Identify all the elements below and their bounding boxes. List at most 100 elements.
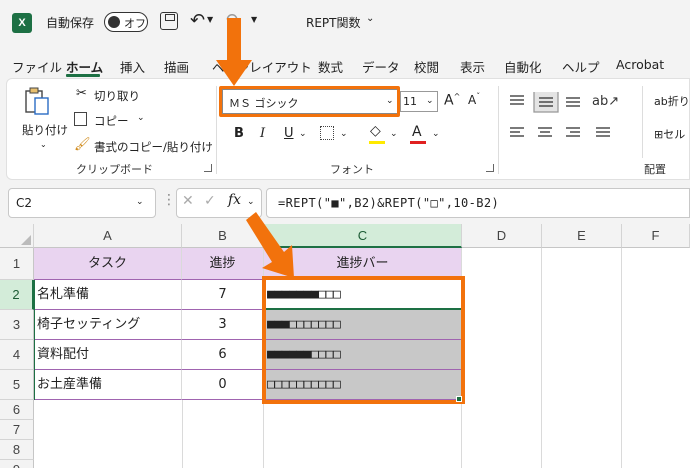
excel-logo-icon: X <box>12 13 32 33</box>
wrap-label: 折り <box>667 95 690 108</box>
chevron-down-icon[interactable]: ⌄ <box>432 129 440 139</box>
row-header-9[interactable]: 9 <box>0 460 34 468</box>
wrap-text-button[interactable]: ab折り <box>654 93 690 109</box>
cell-b4[interactable]: 6 <box>182 340 264 370</box>
row-header-6[interactable]: 6 <box>0 400 34 420</box>
autosave-toggle[interactable]: オフ <box>104 12 148 32</box>
format-painter-icon: 🖌 <box>74 137 91 152</box>
cancel-icon[interactable]: ✕ <box>182 193 194 209</box>
merge-icon: ⊞ <box>654 128 664 141</box>
fill-color-icon[interactable]: ◇ <box>370 123 381 139</box>
cell-a1[interactable]: タスク <box>34 248 182 280</box>
formula-text: =REPT("■",B2)&REPT("□",10-B2) <box>278 196 500 210</box>
font-color-icon[interactable]: A <box>412 124 422 140</box>
chevron-down-icon[interactable]: ⌄ <box>299 129 307 139</box>
paste-icon[interactable] <box>22 86 52 116</box>
column-header-d[interactable]: D <box>462 224 542 248</box>
chevron-down-icon[interactable]: ⌄ <box>390 129 398 139</box>
row-header-1[interactable]: 1 <box>0 248 34 280</box>
chevron-down-icon[interactable]: ⌄ <box>426 96 434 106</box>
more-icon[interactable]: ⋮ <box>162 192 176 208</box>
font-box-highlight <box>219 86 400 117</box>
cell-a2[interactable]: 名札準備 <box>34 280 182 310</box>
tab-insert[interactable]: 挿入 <box>120 57 145 76</box>
tab-automate[interactable]: 自動化 <box>504 57 542 76</box>
chevron-down-icon[interactable]: ⌄ <box>340 129 348 139</box>
bold-icon[interactable]: B <box>234 126 244 141</box>
decrease-font-icon[interactable]: Aˇ <box>468 92 480 107</box>
undo-icon[interactable]: ↶ <box>190 10 205 31</box>
column-header-f[interactable]: F <box>622 224 690 248</box>
autosave-state: オフ <box>124 17 146 30</box>
row-header-8[interactable]: 8 <box>0 440 34 460</box>
copy-icon <box>74 112 87 126</box>
tab-acrobat[interactable]: Acrobat <box>616 57 664 72</box>
toggle-knob <box>108 16 120 28</box>
orientation-icon[interactable]: ab↗ <box>592 94 619 109</box>
column-header-e[interactable]: E <box>542 224 622 248</box>
row-header-4[interactable]: 4 <box>0 340 34 370</box>
chevron-down-icon[interactable]: ⌄ <box>40 140 47 149</box>
format-painter-button[interactable]: 書式のコピー/貼り付け <box>94 139 213 155</box>
cell-a4[interactable]: 資料配付 <box>34 340 182 370</box>
alignment-group-label: 配置 <box>644 163 666 176</box>
insert-function-icon[interactable]: fx <box>228 192 241 208</box>
autosave-label: 自動保存 <box>46 16 95 30</box>
font-color-bar <box>410 141 426 144</box>
dialog-launcher-icon[interactable] <box>486 164 494 172</box>
paste-button[interactable]: 貼り付け <box>22 122 68 138</box>
underline-icon[interactable]: U <box>284 126 294 141</box>
name-box-value: C2 <box>16 196 33 210</box>
row-header-7[interactable]: 7 <box>0 420 34 440</box>
cell-b3[interactable]: 3 <box>182 310 264 340</box>
chevron-down-icon[interactable]: ⌄ <box>366 13 374 24</box>
chevron-down-icon[interactable]: ⌄ <box>136 197 144 207</box>
save-icon[interactable] <box>160 12 178 30</box>
tab-view[interactable]: 表示 <box>460 57 485 76</box>
increase-font-icon[interactable]: A^ <box>444 92 460 109</box>
cell-b5[interactable]: 0 <box>182 370 264 400</box>
ribbon-tabs: ファイル ホーム 挿入 描画 ページレイアウト 数式 データ 校閲 表示 自動化… <box>0 52 690 76</box>
arrow-icon <box>216 18 252 86</box>
scissors-icon: ✂ <box>76 86 87 101</box>
font-size-value: 11 <box>403 95 417 108</box>
active-tab-indicator <box>66 74 100 77</box>
tab-data[interactable]: データ <box>362 57 400 76</box>
divider <box>216 86 217 174</box>
merge-label: セル <box>663 128 686 141</box>
tab-draw[interactable]: 描画 <box>164 57 189 76</box>
cell-b2[interactable]: 7 <box>182 280 264 310</box>
chevron-down-icon[interactable]: ▼ <box>207 15 213 24</box>
cell-a3[interactable]: 椅子セッティング <box>34 310 182 340</box>
wrap-icon: ab <box>654 95 668 108</box>
chevron-down-icon[interactable]: ⌄ <box>137 113 145 123</box>
font-group-label: フォント <box>330 163 374 176</box>
divider <box>498 86 499 174</box>
cell-a5[interactable]: お土産準備 <box>34 370 182 400</box>
select-all-corner[interactable] <box>0 224 34 248</box>
copy-button[interactable]: コピー <box>94 113 129 129</box>
borders-icon[interactable] <box>320 126 334 140</box>
fill-handle[interactable] <box>456 396 462 402</box>
row-header-2[interactable]: 2 <box>0 280 34 310</box>
enter-icon[interactable]: ✓ <box>204 193 216 209</box>
gridline <box>621 248 622 468</box>
tab-formulas[interactable]: 数式 <box>318 57 343 76</box>
dialog-launcher-icon[interactable] <box>204 164 212 172</box>
column-header-a[interactable]: A <box>34 224 182 248</box>
cut-button[interactable]: 切り取り <box>94 88 140 104</box>
tab-help[interactable]: ヘルプ <box>562 57 600 76</box>
tab-file[interactable]: ファイル <box>12 57 62 76</box>
range-highlight <box>262 276 465 404</box>
gridline <box>182 400 183 468</box>
document-title[interactable]: REPT関数 <box>306 14 361 31</box>
chevron-down-icon[interactable]: ⌄ <box>247 197 255 207</box>
merge-button[interactable]: ⊞セル <box>654 126 685 142</box>
row-header-3[interactable]: 3 <box>0 310 34 340</box>
italic-icon[interactable]: I <box>260 126 265 141</box>
tab-review[interactable]: 校閲 <box>414 57 439 76</box>
fill-color-bar <box>369 141 385 144</box>
row-header-5[interactable]: 5 <box>0 370 34 400</box>
gridline <box>541 248 542 468</box>
gridline <box>34 280 35 400</box>
